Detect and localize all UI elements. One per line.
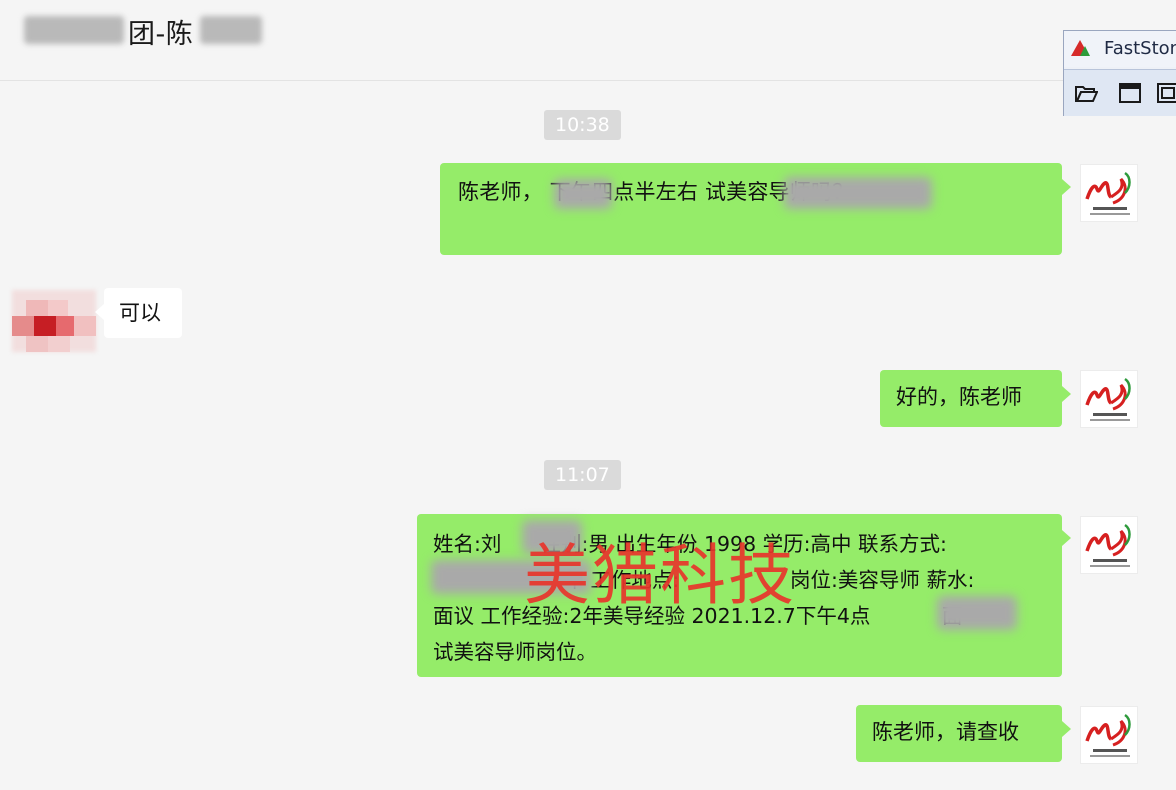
window-icon[interactable] [1118, 82, 1141, 104]
redacted-content [784, 177, 932, 209]
self-avatar[interactable] [1080, 370, 1138, 428]
message-line: 试美容导师岗位。 [433, 640, 597, 664]
faststone-titlebar[interactable]: FastSton [1064, 31, 1176, 67]
redacted-title-start [24, 16, 124, 44]
sent-message-bubble[interactable]: 陈老师，请查收 [856, 705, 1071, 762]
self-avatar[interactable] [1080, 516, 1138, 574]
open-icon[interactable] [1074, 82, 1099, 104]
region-icon[interactable] [1156, 82, 1176, 104]
redacted-content [431, 560, 591, 594]
message-text: 陈老师，请查收 [872, 720, 1019, 744]
timestamp: 11:07 [544, 460, 621, 490]
faststone-capture-toolbar[interactable]: FastSton [1063, 30, 1176, 116]
message-text: 可以 [119, 301, 161, 325]
chat-header: 团-陈 [0, 0, 1176, 81]
contact-avatar[interactable] [12, 290, 96, 352]
faststone-logo-icon [1071, 40, 1090, 56]
self-avatar[interactable] [1080, 706, 1138, 764]
meilie-logo-icon [1085, 523, 1131, 567]
meilie-logo-icon [1085, 377, 1131, 421]
meilie-logo-icon [1085, 713, 1131, 757]
chat-title-text: 团-陈 [128, 19, 194, 50]
sent-message-bubble[interactable]: 姓名:刘 性别:男 出生年份 1998 学历:高中 联系方式: 年 工作地点: … [417, 514, 1071, 677]
faststone-button-bar [1064, 69, 1176, 116]
redacted-content [937, 596, 1017, 630]
self-avatar[interactable] [1080, 164, 1138, 222]
sent-message-bubble[interactable]: 好的，陈老师 [880, 370, 1071, 427]
message-text: 好的，陈老师 [896, 385, 1022, 409]
redacted-content [522, 520, 582, 554]
redacted-title-end [200, 16, 262, 44]
sent-message-bubble[interactable]: 陈老师， 下午四点半左右 试美容导师吗？ [440, 163, 1071, 255]
redacted-content [554, 179, 612, 209]
faststone-app-name: FastSton [1104, 38, 1176, 59]
chat-title: 团-陈 [128, 12, 193, 51]
meilie-logo-icon [1085, 171, 1131, 215]
received-message-bubble[interactable]: 可以 [95, 288, 182, 338]
timestamp: 10:38 [544, 110, 621, 140]
